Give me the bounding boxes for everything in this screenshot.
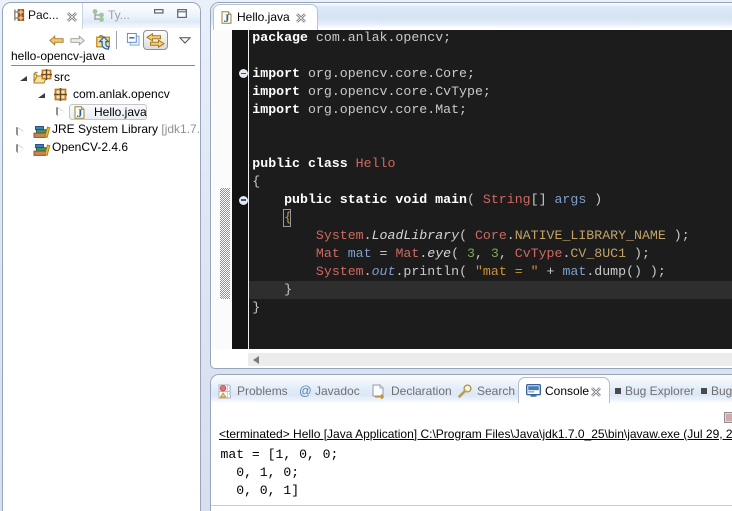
- svg-text:J: J: [77, 108, 83, 119]
- svg-text:J: J: [224, 13, 230, 24]
